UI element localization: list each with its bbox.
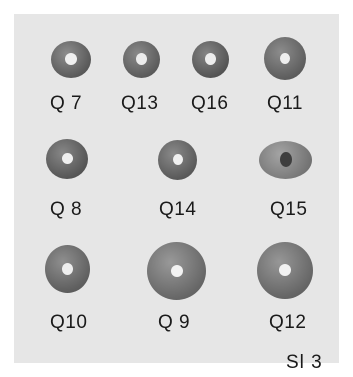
photo-plate: Q 7 Q13 Q16 Q11 Q 8 Q14 Q15 Q10 Q 9 Q12 … bbox=[14, 14, 339, 372]
bead-label: Q16 bbox=[191, 93, 229, 114]
plate-id-label: Sl 3 bbox=[286, 352, 323, 373]
bead-label: Q10 bbox=[50, 312, 88, 333]
bead-label: Q12 bbox=[269, 312, 307, 333]
bead-q7 bbox=[51, 41, 91, 78]
bead-q14 bbox=[158, 140, 197, 180]
bead-q12 bbox=[257, 242, 313, 299]
bead-q10 bbox=[45, 245, 90, 293]
bead-q9 bbox=[147, 242, 206, 300]
bead-label: Q15 bbox=[270, 199, 308, 220]
bead-label: Q 7 bbox=[50, 93, 83, 114]
bead-q11 bbox=[264, 37, 306, 80]
bead-label: Q 9 bbox=[158, 312, 191, 333]
bead-q8 bbox=[46, 139, 88, 179]
bead-label: Q 8 bbox=[50, 199, 83, 220]
bead-q13 bbox=[123, 41, 160, 78]
bead-label: Q14 bbox=[159, 199, 197, 220]
bead-label: Q13 bbox=[121, 93, 159, 114]
bead-label: Q11 bbox=[267, 93, 304, 114]
bead-q15 bbox=[259, 141, 312, 179]
bead-q16 bbox=[192, 41, 229, 78]
